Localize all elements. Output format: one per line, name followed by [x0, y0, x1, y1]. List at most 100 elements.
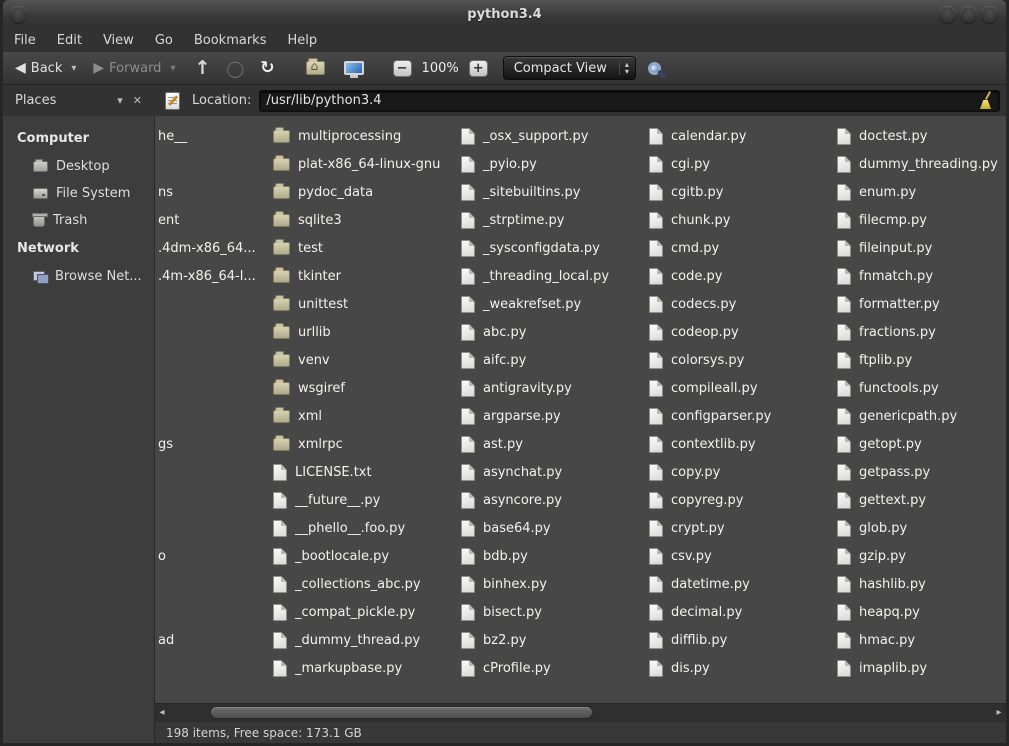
file-item-truncated[interactable]: gs	[158, 430, 173, 458]
file-item[interactable]: functools.py	[837, 374, 939, 402]
menu-bookmarks[interactable]: Bookmarks	[194, 33, 267, 48]
file-item[interactable]: calendar.py	[649, 122, 746, 150]
file-item[interactable]: copy.py	[649, 458, 720, 486]
location-input[interactable]	[266, 93, 978, 108]
file-item[interactable]: fileinput.py	[837, 234, 932, 262]
file-item[interactable]: configparser.py	[649, 402, 771, 430]
scroll-right-button[interactable]: ▸	[992, 704, 1006, 721]
file-item[interactable]: colorsys.py	[649, 346, 744, 374]
file-item[interactable]: getpass.py	[837, 458, 930, 486]
file-item-truncated[interactable]: .4m-x86_64-l...	[158, 262, 256, 290]
file-item[interactable]: chunk.py	[649, 206, 730, 234]
file-item[interactable]: _sysconfigdata.py	[461, 234, 600, 262]
forward-history-dropdown[interactable]: ▾	[167, 61, 178, 76]
sidebar-item-file-system[interactable]: File System	[3, 180, 154, 207]
file-item[interactable]: difflib.py	[649, 626, 727, 654]
file-item[interactable]: csv.py	[649, 542, 712, 570]
file-item[interactable]: abc.py	[461, 318, 526, 346]
zoom-in-button[interactable]: +	[469, 60, 488, 77]
file-grid[interactable]: he__nsent.4dm-x86_64....4m-x86_64-l...gs…	[155, 116, 1006, 703]
file-item[interactable]: codeop.py	[649, 318, 739, 346]
folder-item[interactable]: tkinter	[273, 262, 341, 290]
file-item[interactable]: fnmatch.py	[837, 262, 933, 290]
file-item[interactable]: dis.py	[649, 654, 710, 682]
close-side-pane-button[interactable]: ✕	[128, 94, 147, 107]
file-item[interactable]: filecmp.py	[837, 206, 927, 234]
file-item[interactable]: __future__.py	[273, 486, 380, 514]
file-item[interactable]: __phello__.foo.py	[273, 514, 405, 542]
file-item[interactable]: compileall.py	[649, 374, 758, 402]
file-item[interactable]: codecs.py	[649, 290, 736, 318]
file-item[interactable]: _weakrefset.py	[461, 290, 581, 318]
file-item-truncated[interactable]: .4dm-x86_64...	[158, 234, 256, 262]
refresh-button[interactable]: ↻	[260, 58, 274, 78]
folder-item[interactable]: pydoc_data	[273, 178, 373, 206]
file-item-truncated[interactable]: o	[158, 542, 166, 570]
file-item[interactable]: datetime.py	[649, 570, 750, 598]
folder-item[interactable]: xmlrpc	[273, 430, 343, 458]
file-item[interactable]: copyreg.py	[649, 486, 743, 514]
edit-location-button[interactable]	[165, 92, 180, 110]
file-item[interactable]: crypt.py	[649, 514, 725, 542]
file-item[interactable]: _collections_abc.py	[273, 570, 421, 598]
file-item[interactable]: asyncore.py	[461, 486, 562, 514]
folder-item[interactable]: plat-x86_64-linux-gnu	[273, 150, 440, 178]
file-item-truncated[interactable]: ad	[158, 626, 174, 654]
file-item[interactable]: imaplib.py	[837, 654, 927, 682]
clear-location-broom-icon[interactable]	[978, 92, 993, 109]
file-item[interactable]: ast.py	[461, 430, 523, 458]
stop-button[interactable]: ◯	[226, 59, 244, 78]
desktop-button[interactable]	[344, 61, 364, 75]
file-item[interactable]: contextlib.py	[649, 430, 756, 458]
file-item[interactable]: bz2.py	[461, 626, 526, 654]
file-item[interactable]: cProfile.py	[461, 654, 551, 682]
maximize-button[interactable]	[960, 6, 977, 23]
file-item[interactable]: cgi.py	[649, 150, 710, 178]
menu-go[interactable]: Go	[155, 33, 173, 48]
forward-button[interactable]: ▶ Forward	[87, 58, 167, 79]
file-item-truncated[interactable]: ent	[158, 206, 179, 234]
folder-item[interactable]: wsgiref	[273, 374, 345, 402]
file-item[interactable]: fractions.py	[837, 318, 936, 346]
sidebar-item-browse-network[interactable]: Browse Net...	[3, 263, 154, 290]
file-item[interactable]: _pyio.py	[461, 150, 537, 178]
sidebar-item-desktop[interactable]: Desktop	[3, 153, 154, 180]
folder-item[interactable]: xml	[273, 402, 322, 430]
file-item[interactable]: genericpath.py	[837, 402, 957, 430]
file-item[interactable]: bisect.py	[461, 598, 542, 626]
file-item[interactable]: _compat_pickle.py	[273, 598, 415, 626]
file-item[interactable]: decimal.py	[649, 598, 742, 626]
menu-help[interactable]: Help	[287, 33, 317, 48]
home-button[interactable]	[306, 61, 325, 75]
file-item[interactable]: bdb.py	[461, 542, 528, 570]
file-item-truncated[interactable]: ns	[158, 178, 173, 206]
scrollbar-thumb[interactable]	[210, 706, 593, 719]
sidebar-item-trash[interactable]: Trash	[3, 207, 154, 234]
back-history-dropdown[interactable]: ▾	[68, 61, 79, 76]
file-item[interactable]: _bootlocale.py	[273, 542, 389, 570]
file-item[interactable]: aifc.py	[461, 346, 526, 374]
menu-file[interactable]: File	[14, 33, 36, 48]
file-item[interactable]: _markupbase.py	[273, 654, 402, 682]
file-item[interactable]: base64.py	[461, 514, 551, 542]
file-item[interactable]: doctest.py	[837, 122, 927, 150]
up-button[interactable]: ↑	[194, 57, 210, 79]
file-item[interactable]: heapq.py	[837, 598, 920, 626]
file-item[interactable]: ftplib.py	[837, 346, 912, 374]
file-item[interactable]: cgitb.py	[649, 178, 723, 206]
folder-item[interactable]: test	[273, 234, 323, 262]
file-item[interactable]: asynchat.py	[461, 458, 562, 486]
file-item[interactable]: _dummy_thread.py	[273, 626, 420, 654]
file-item[interactable]: _strptime.py	[461, 206, 564, 234]
horizontal-scrollbar[interactable]: ◂ ▸	[155, 703, 1006, 721]
file-item[interactable]: formatter.py	[837, 290, 940, 318]
file-item[interactable]: hmac.py	[837, 626, 915, 654]
folder-item[interactable]: multiprocessing	[273, 122, 401, 150]
file-item[interactable]: _sitebuiltins.py	[461, 178, 581, 206]
file-item[interactable]: argparse.py	[461, 402, 561, 430]
file-item[interactable]: LICENSE.txt	[273, 458, 372, 486]
file-item[interactable]: _osx_support.py	[461, 122, 588, 150]
file-item-truncated[interactable]: he__	[158, 122, 187, 150]
file-item[interactable]: glob.py	[837, 514, 907, 542]
file-item[interactable]: binhex.py	[461, 570, 547, 598]
